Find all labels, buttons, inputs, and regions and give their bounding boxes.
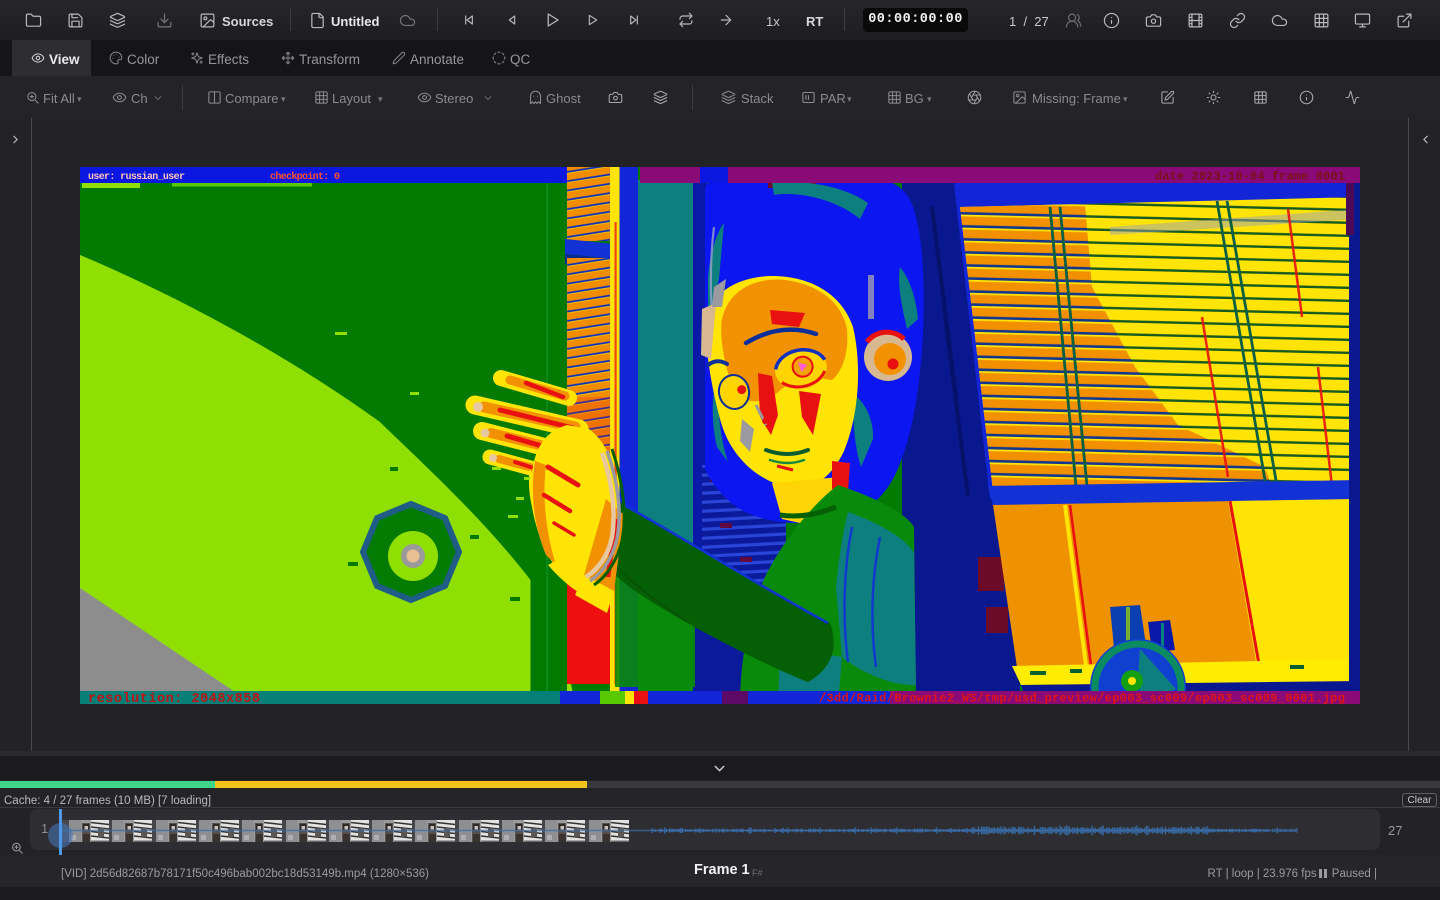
svg-text:/3dd/Raid/Brownie2_WS/tmp/usd_: /3dd/Raid/Brownie2_WS/tmp/usd_preview/ep… xyxy=(819,692,1345,705)
svg-text:checkpoint: 0: checkpoint: 0 xyxy=(270,171,340,183)
svg-text:user: russian_user: user: russian_user xyxy=(88,171,185,183)
svg-text:date 2023-10-04 frame 0001: date 2023-10-04 frame 0001 xyxy=(1155,170,1345,184)
svg-text:resolution: 2048x858: resolution: 2048x858 xyxy=(88,692,260,704)
